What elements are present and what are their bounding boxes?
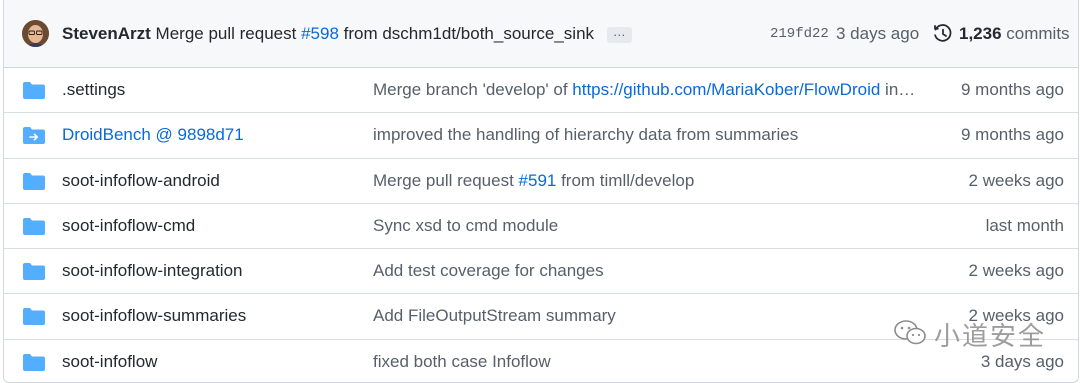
file-name[interactable]: soot-infoflow-integration: [62, 261, 242, 281]
commit-sha[interactable]: 219fd22: [770, 26, 829, 42]
message-text[interactable]: Sync xsd to cmd module: [373, 216, 558, 235]
file-commit-message[interactable]: improved the handling of hierarchy data …: [373, 125, 928, 145]
file-name[interactable]: .settings: [62, 80, 125, 100]
file-age: 2 weeks ago: [968, 261, 1064, 281]
commit-count: 1,236: [959, 24, 1002, 43]
file-name[interactable]: soot-infoflow-summaries: [62, 306, 246, 326]
file-commit-message[interactable]: Add FileOutputStream summary: [373, 306, 928, 326]
avatar[interactable]: [22, 20, 49, 47]
commits-label: commits: [1006, 24, 1070, 43]
folder-icon: [23, 82, 45, 99]
message-link[interactable]: https://github.com/MariaKober/FlowDroid: [572, 80, 880, 99]
pull-request-link[interactable]: #598: [301, 24, 339, 43]
file-commit-message[interactable]: Merge branch 'develop' of https://github…: [373, 80, 928, 100]
file-row[interactable]: .settings Merge branch 'develop' of http…: [4, 68, 1078, 114]
commit-text-suffix[interactable]: from dschm1dt/both_source_sink: [339, 24, 594, 43]
expand-commit-button[interactable]: …: [606, 25, 632, 43]
history-icon[interactable]: [933, 24, 953, 49]
file-commit-message[interactable]: Merge pull request #591 from timll/devel…: [373, 171, 928, 191]
message-text[interactable]: Merge pull request: [373, 171, 519, 190]
file-age: 9 months ago: [960, 125, 1064, 145]
folder-icon: [23, 263, 45, 281]
file-age: 9 months ago: [960, 80, 1064, 99]
file-name[interactable]: soot-infoflow-android: [62, 171, 220, 191]
message-text[interactable]: fixed both case Infoflow: [373, 352, 551, 371]
file-commit-message[interactable]: Add test coverage for changes: [373, 261, 928, 281]
message-text[interactable]: improved the handling of hierarchy data …: [373, 125, 798, 144]
message-text[interactable]: Add FileOutputStream summary: [373, 306, 616, 325]
commit-text-prefix[interactable]: Merge pull request: [156, 24, 302, 43]
folder-icon: [23, 353, 45, 371]
folder-icon: [23, 308, 45, 326]
file-age: 2 weeks ago: [968, 170, 1064, 190]
file-name[interactable]: soot-infoflow: [62, 352, 157, 372]
file-row[interactable]: soot-infoflow-cmd Sync xsd to cmd module…: [4, 204, 1078, 250]
file-commit-message[interactable]: fixed both case Infoflow: [373, 352, 928, 372]
submodule-link[interactable]: DroidBench @ 9898d71: [62, 125, 244, 145]
message-link[interactable]: #591: [519, 171, 557, 190]
file-name[interactable]: soot-infoflow-cmd: [62, 216, 195, 236]
message-text[interactable]: Merge branch 'develop' of: [373, 80, 572, 99]
commits-link[interactable]: 1,236 commits: [959, 24, 1070, 44]
folder-icon: [23, 172, 45, 190]
commit-message: StevenArzt Merge pull request #598 from …: [62, 24, 632, 44]
folder-icon: [23, 217, 45, 235]
file-age: 3 days ago: [980, 351, 1064, 371]
commit-time: 3 days ago: [836, 24, 920, 43]
watermark-text: 小道安全: [934, 321, 1047, 351]
file-commit-message[interactable]: Sync xsd to cmd module: [373, 216, 928, 236]
wechat-icon: [893, 318, 929, 353]
message-text-suffix[interactable]: in…: [880, 80, 915, 99]
file-row[interactable]: DroidBench @ 9898d71 improved the handli…: [4, 113, 1078, 159]
file-row[interactable]: soot-infoflow-integration Add test cover…: [4, 249, 1078, 295]
message-text[interactable]: Add test coverage for changes: [373, 261, 604, 280]
commit-author[interactable]: StevenArzt: [62, 24, 151, 43]
submodule-icon: [23, 127, 45, 145]
message-text-suffix[interactable]: from timll/develop: [556, 171, 694, 190]
latest-commit-bar: StevenArzt Merge pull request #598 from …: [4, 0, 1078, 68]
file-row[interactable]: soot-infoflow-android Merge pull request…: [4, 159, 1078, 204]
file-age: last month: [985, 215, 1064, 235]
